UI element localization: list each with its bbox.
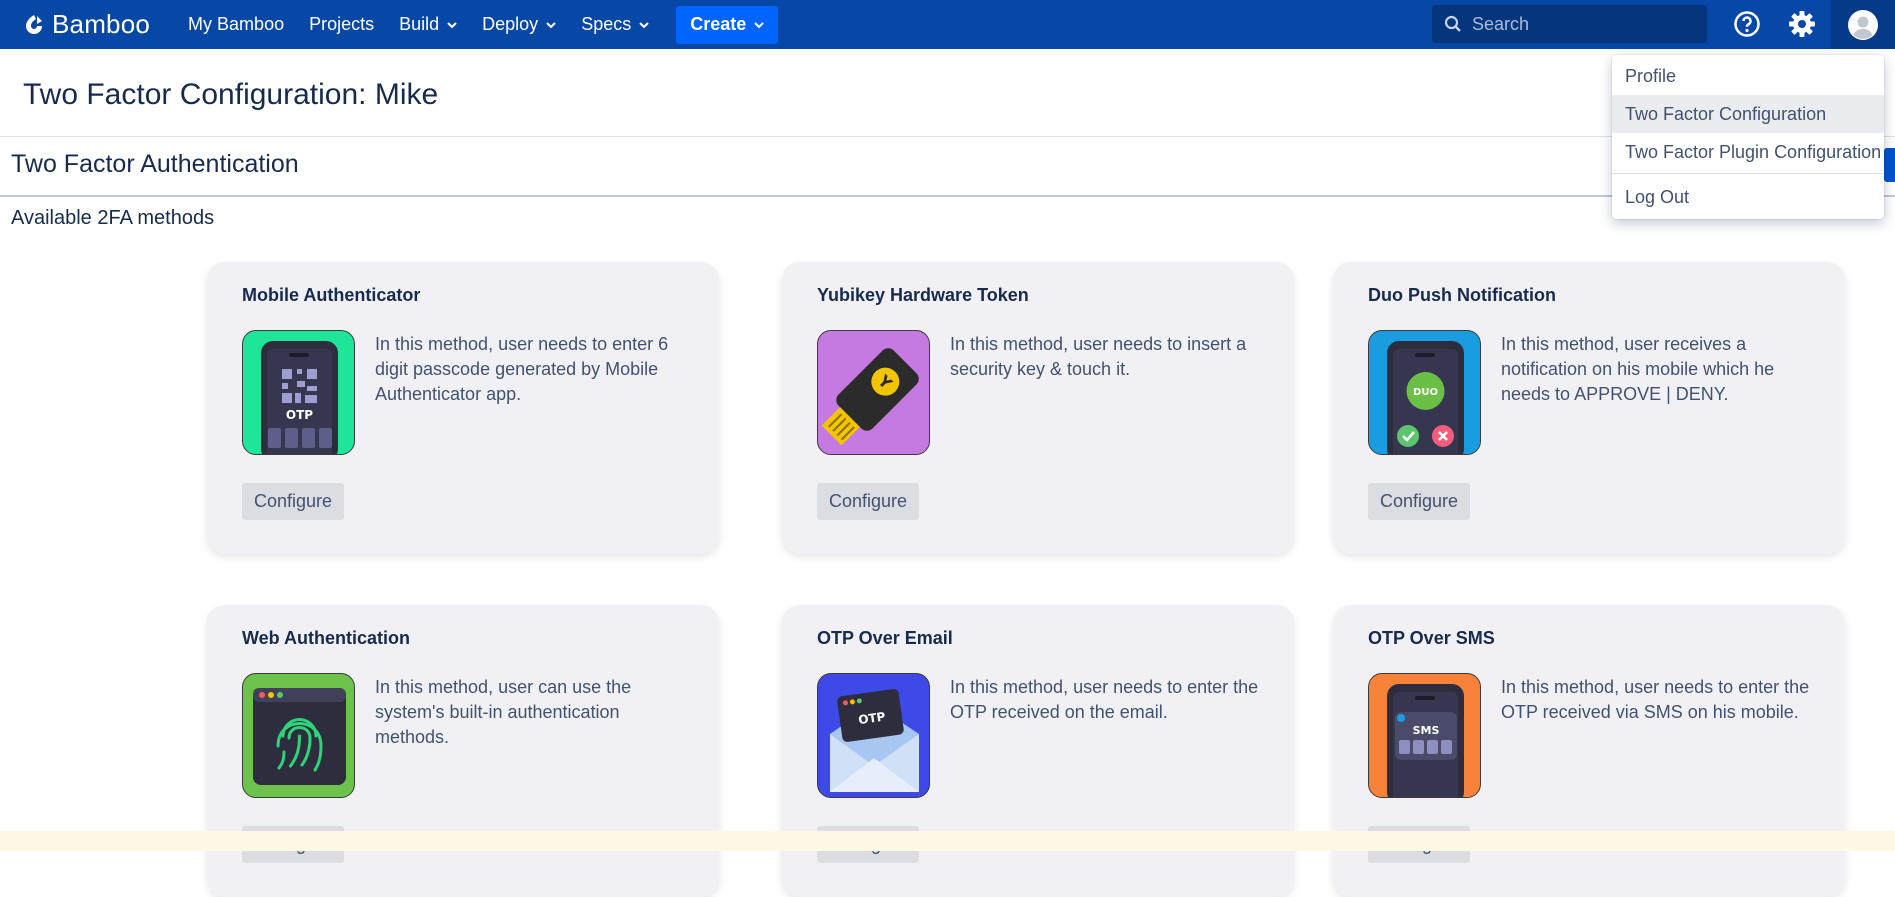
method-card-mobile-authenticator: Mobile Authenticator OTP In this method,… xyxy=(207,262,719,554)
top-navigation-bar: Bamboo My Bamboo Projects Build Deploy S… xyxy=(0,0,1895,49)
gear-icon[interactable] xyxy=(1786,8,1818,40)
email-otp-icon: OTP xyxy=(817,673,930,798)
otp-text: OTP xyxy=(286,408,313,422)
avatar xyxy=(1848,9,1878,40)
page-title: Two Factor Configuration: Mike xyxy=(23,78,439,111)
card-description: In this method, user needs to enter 6 di… xyxy=(375,334,669,404)
user-avatar-button[interactable] xyxy=(1831,0,1895,49)
user-dropdown-menu: Profile Two Factor Configuration Two Fac… xyxy=(1612,55,1884,219)
duo-text: DUO xyxy=(1413,387,1438,398)
bamboo-logo[interactable]: Bamboo xyxy=(22,0,150,49)
methods-label: Available 2FA methods xyxy=(11,207,215,229)
fingerprint-icon xyxy=(242,673,355,798)
partially-hidden-button[interactable] xyxy=(1884,148,1895,182)
create-label: Create xyxy=(690,14,747,34)
search-icon xyxy=(1444,15,1461,32)
nav-projects[interactable]: Projects xyxy=(309,14,374,35)
sms-otp-icon: SMS xyxy=(1368,673,1481,798)
nav-deploy[interactable]: Deploy xyxy=(482,14,556,35)
search-input[interactable] xyxy=(1472,13,1692,35)
help-icon[interactable] xyxy=(1731,8,1763,40)
page-header: Two Factor Configuration: Mike xyxy=(0,49,1895,137)
card-title: Mobile Authenticator xyxy=(242,285,421,305)
nav-label: Deploy xyxy=(482,14,539,34)
menu-item-log-out[interactable]: Log Out xyxy=(1612,178,1884,216)
card-title: Web Authentication xyxy=(242,628,410,648)
card-title: OTP Over SMS xyxy=(1368,628,1495,648)
nav-label: Projects xyxy=(309,14,375,34)
configure-button[interactable]: Configure xyxy=(1368,483,1471,520)
bottom-banner xyxy=(0,831,1895,851)
nav-specs[interactable]: Specs xyxy=(581,14,649,35)
method-card-duo-push: Duo Push Notification DUO In this method… xyxy=(1333,262,1845,554)
menu-item-two-factor-configuration[interactable]: Two Factor Configuration xyxy=(1612,95,1884,133)
section-header: Two Factor Authentication xyxy=(0,137,1895,197)
method-card-web-authentication: Web Authentication In this method, user … xyxy=(207,605,719,897)
create-button[interactable]: Create xyxy=(676,5,779,44)
chevron-down-icon xyxy=(754,21,764,28)
nav-label: My Bamboo xyxy=(188,14,285,34)
bamboo-logo-icon xyxy=(26,14,42,34)
card-description: In this method, user needs to insert a s… xyxy=(950,334,1247,379)
method-card-otp-sms: OTP Over SMS SMS In this method, user ne… xyxy=(1333,605,1845,897)
menu-item-profile[interactable]: Profile xyxy=(1612,57,1884,95)
chevron-down-icon xyxy=(546,21,556,28)
nav-build[interactable]: Build xyxy=(399,14,457,35)
configure-button[interactable]: Configure xyxy=(817,483,920,520)
menu-divider xyxy=(1612,173,1884,174)
card-description: In this method, user receives a notifica… xyxy=(1501,334,1775,404)
card-description: In this method, user can use the system'… xyxy=(375,677,632,747)
nav-my-bamboo[interactable]: My Bamboo xyxy=(188,14,284,35)
sms-text: SMS xyxy=(1413,724,1440,737)
chevron-down-icon xyxy=(447,21,457,28)
configure-button[interactable]: Configure xyxy=(242,483,345,520)
card-title: Duo Push Notification xyxy=(1368,285,1556,305)
card-title: Yubikey Hardware Token xyxy=(817,285,1029,305)
main-nav: My Bamboo Projects Build Deploy Specs Cr… xyxy=(188,0,779,49)
section-title: Two Factor Authentication xyxy=(11,150,299,178)
method-card-otp-email: OTP Over Email OTP In this method, user … xyxy=(782,605,1294,897)
method-card-yubikey: Yubikey Hardware Token Y In this method,… xyxy=(782,262,1294,554)
card-description: In this method, user needs to enter the … xyxy=(950,677,1259,722)
nav-label: Build xyxy=(399,14,440,34)
mobile-authenticator-icon: OTP xyxy=(242,330,355,455)
nav-label: Specs xyxy=(581,14,632,34)
chevron-down-icon xyxy=(639,21,649,28)
card-description: In this method, user needs to enter the … xyxy=(1501,677,1810,722)
brand-name: Bamboo xyxy=(52,9,151,39)
menu-item-two-factor-plugin-configuration[interactable]: Two Factor Plugin Configuration xyxy=(1612,133,1884,171)
duo-push-icon: DUO xyxy=(1368,330,1481,455)
yubikey-icon: Y xyxy=(817,330,930,455)
card-title: OTP Over Email xyxy=(817,628,953,648)
search-box[interactable] xyxy=(1432,5,1707,43)
